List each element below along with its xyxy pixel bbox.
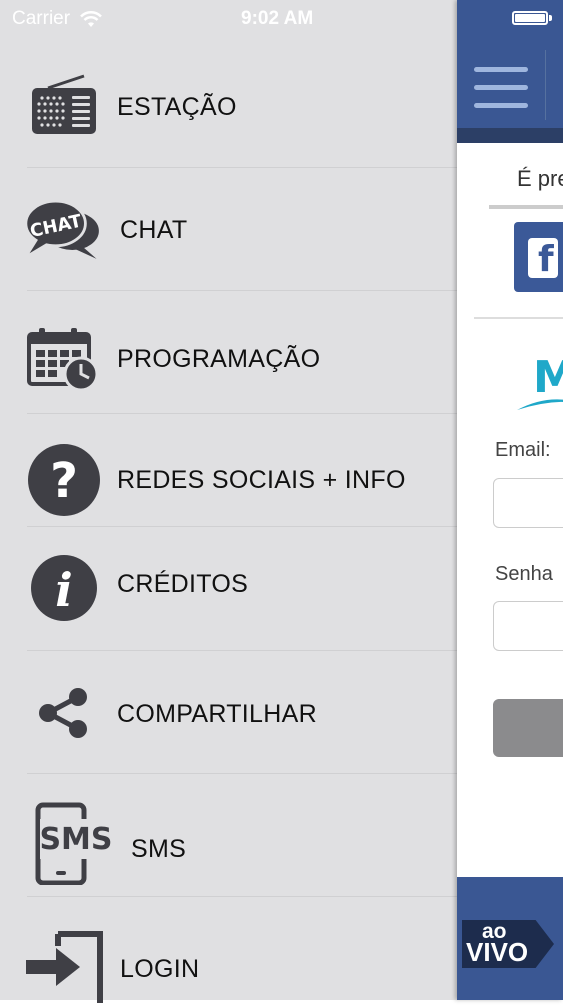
hamburger-menu-icon[interactable] (474, 67, 528, 109)
header-divider (545, 50, 546, 120)
menu-item-sms[interactable]: SMS SMS (0, 774, 457, 897)
carrier-label: Carrier (12, 8, 71, 29)
share-icon (24, 673, 104, 753)
live-badge-line2: VIVO (466, 937, 529, 967)
menu-item-estacao[interactable]: ESTAÇÃO (0, 45, 457, 168)
login-arrow-icon (24, 925, 104, 1005)
status-carrier: Carrier (12, 8, 102, 30)
panel-header-shadow (457, 128, 563, 143)
submit-login-button[interactable] (493, 699, 563, 757)
menu-label-programacao: PROGRAMAÇÃO (117, 345, 321, 373)
menu-item-chat[interactable]: CHAT CHAT (0, 168, 457, 291)
panel-intro-text: É pre (517, 166, 563, 191)
menu-label-login: LOGIN (120, 955, 200, 983)
menu-item-login[interactable]: LOGIN (0, 897, 457, 1003)
email-label: Email: (495, 439, 551, 461)
facebook-icon: f (528, 238, 558, 280)
side-menu: Carrier 9:02 AM ESTAÇÃO CHAT CHAT PROGRA… (0, 0, 457, 1003)
facebook-login-button[interactable]: f (514, 222, 563, 292)
live-badge-button[interactable]: ao VIVO (462, 920, 554, 968)
email-field[interactable] (493, 478, 563, 528)
info-icon: i (24, 548, 104, 628)
content-panel[interactable]: É pre f M Email: Senha ao VIVO (457, 0, 563, 1000)
menu-label-compartilhar: COMPARTILHAR (117, 700, 317, 728)
logo-swoosh-icon (517, 399, 563, 410)
divider-line (474, 317, 563, 319)
sms-phone-icon: SMS (30, 802, 120, 885)
question-icon: ? (24, 440, 104, 520)
divider-line (489, 205, 563, 209)
menu-label-redes-sociais: REDES SOCIAIS + INFO (117, 466, 406, 494)
chat-bubbles-icon: CHAT (24, 190, 104, 270)
radio-icon (24, 67, 104, 147)
menu-label-sms: SMS (131, 835, 187, 863)
password-label: Senha (495, 563, 553, 585)
menu-label-estacao: ESTAÇÃO (117, 93, 237, 121)
menu-divider (27, 526, 457, 527)
battery-icon (512, 11, 548, 25)
password-field[interactable] (493, 601, 563, 651)
sms-icon-text: SMS (39, 822, 112, 857)
svg-text:i: i (55, 563, 72, 617)
menu-item-creditos[interactable]: i CRÉDITOS (0, 528, 457, 651)
battery-tip (549, 15, 552, 21)
calendar-clock-icon (24, 319, 104, 399)
status-time: 9:02 AM (241, 8, 314, 29)
menu-item-programacao[interactable]: PROGRAMAÇÃO (0, 291, 457, 414)
menu-label-creditos: CRÉDITOS (117, 570, 249, 598)
menu-item-compartilhar[interactable]: COMPARTILHAR (0, 651, 457, 774)
menu-item-redes-sociais[interactable]: ? REDES SOCIAIS + INFO (0, 404, 457, 527)
wifi-icon (80, 10, 102, 27)
svg-text:?: ? (50, 453, 78, 509)
menu-label-chat: CHAT (120, 216, 188, 244)
